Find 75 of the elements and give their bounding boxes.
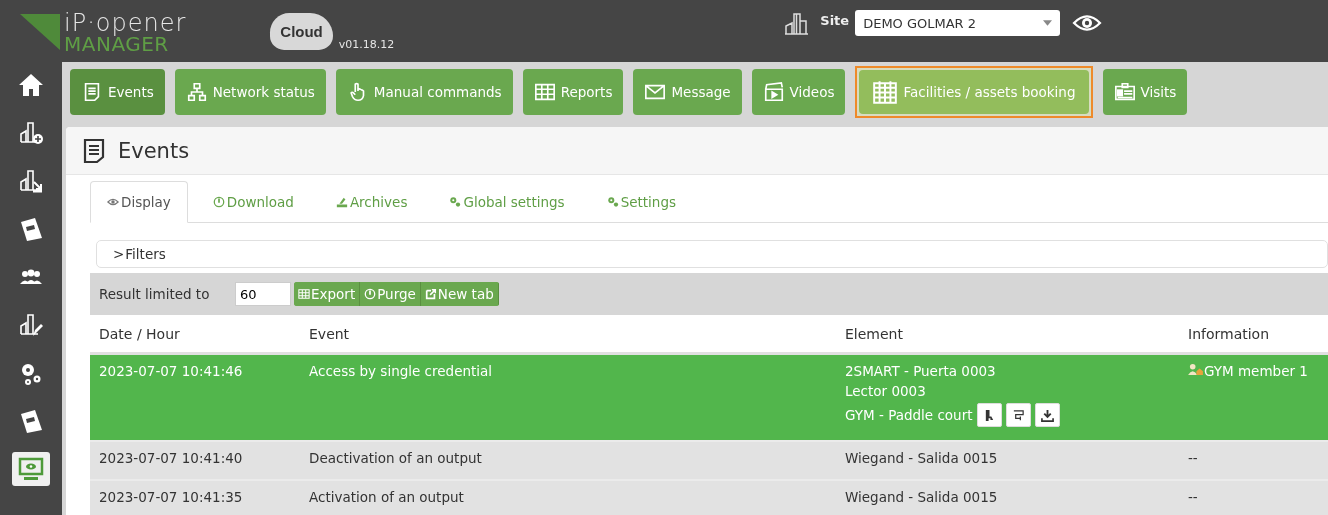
table-cell-text: 2023-07-07 10:41:35 xyxy=(99,489,244,507)
version-label: v01.18.12 xyxy=(338,37,395,51)
table-icon xyxy=(298,288,310,300)
result-limit-field[interactable]: 60 xyxy=(235,282,291,306)
home-icon xyxy=(18,72,44,98)
table-icon xyxy=(533,81,556,103)
building-icon xyxy=(18,312,44,338)
notebook-icon xyxy=(18,408,44,434)
calendar-icon xyxy=(872,79,899,105)
monitor-icon xyxy=(18,456,44,482)
row-action-button[interactable] xyxy=(1034,403,1060,427)
module-button[interactable]: Reports xyxy=(522,69,624,115)
row-action-button[interactable] xyxy=(1005,403,1031,427)
table-cell: GYM - Paddle court xyxy=(845,407,973,423)
table-row[interactable]: 2023-07-07 10:41:35 Activation of an output Wiegand - Salida 0015 -- xyxy=(90,481,1328,515)
route-icon xyxy=(1011,408,1025,422)
archive-icon xyxy=(335,196,348,208)
row-action-button[interactable] xyxy=(976,403,1002,427)
result-limit-label: Result limited to xyxy=(99,286,211,302)
download-icon xyxy=(212,196,225,208)
table-cell-text: Activation of an output xyxy=(309,489,465,507)
table-cell: GYM member 1 xyxy=(1204,363,1308,379)
filters-toggle[interactable]: >Filters xyxy=(96,240,1328,268)
settings-icon xyxy=(606,196,619,208)
module-button[interactable]: Facilities / assets booking xyxy=(859,70,1089,114)
table-cell-text: Lector 0003 xyxy=(845,383,927,399)
tab[interactable]: Download xyxy=(195,181,311,223)
module-button[interactable]: Visits xyxy=(1102,69,1188,115)
column-header: Event xyxy=(309,325,351,342)
action-button[interactable]: Export xyxy=(294,282,361,306)
table-cell-text: Wiegand - Salida 0015 xyxy=(845,489,999,505)
module-button[interactable]: Network status xyxy=(174,69,326,115)
module-button[interactable]: Events xyxy=(70,69,165,115)
column-header: Element xyxy=(845,325,904,342)
settings-icon xyxy=(449,196,462,208)
table-cell-text: Wiegand - Salida 0015 xyxy=(845,450,999,466)
download-icon xyxy=(1040,408,1054,422)
clapperboard-icon xyxy=(762,81,785,103)
table-cell: -- xyxy=(1188,489,1198,505)
module-button[interactable]: Videos xyxy=(751,69,846,115)
building-icon xyxy=(18,168,44,194)
tab[interactable]: Archives xyxy=(318,181,425,223)
network-icon xyxy=(185,81,208,103)
eye-icon xyxy=(107,196,119,208)
module-button[interactable]: Message xyxy=(633,69,742,115)
column-header: Date / Hour xyxy=(99,325,181,342)
id-card-icon xyxy=(1113,81,1136,103)
page-title: Events xyxy=(118,138,190,163)
power-icon xyxy=(364,288,377,300)
table-cell: -- xyxy=(1188,450,1198,466)
logo-triangle-icon xyxy=(20,14,60,50)
notebook-icon xyxy=(18,216,44,242)
module-button[interactable]: Manual commands xyxy=(335,69,513,115)
dropdown-caret-icon xyxy=(1043,20,1053,26)
table-row[interactable]: 2023-07-07 10:41:46 Access by single credential 2SMART - Puerta 0003 Lector 0003 GYM - Paddle court GYM member 1 xyxy=(90,355,1328,442)
table-cell-text: Deactivation of an output xyxy=(309,450,483,468)
logo-text: iP·opener xyxy=(64,12,187,35)
tab[interactable]: Settings xyxy=(589,181,693,223)
site-label: Site xyxy=(820,12,850,28)
cloud-badge: Cloud xyxy=(270,12,333,50)
table-cell-text: 2023-07-07 10:41:46 xyxy=(99,363,244,381)
tab[interactable]: Display xyxy=(90,181,188,223)
tab[interactable]: Global settings xyxy=(432,181,582,223)
table-cell-text: Access by single credential xyxy=(309,363,494,381)
building-icon xyxy=(18,120,44,146)
table-row[interactable]: 2023-07-07 10:41:40 Deactivation of an output Wiegand - Salida 0015 -- xyxy=(90,442,1328,481)
site-select[interactable]: DEMO GOLMAR 2 xyxy=(855,10,1061,36)
external-link-icon xyxy=(424,288,437,300)
table-cell-text: 2SMART - Puerta 0003 xyxy=(845,363,997,379)
person-icon xyxy=(983,408,995,422)
eye-icon[interactable] xyxy=(1072,13,1103,33)
table-cell-text: 2023-07-07 10:41:40 xyxy=(99,450,244,468)
column-header: Information xyxy=(1188,325,1271,342)
user-icon xyxy=(1188,363,1203,376)
document-icon xyxy=(82,137,106,164)
